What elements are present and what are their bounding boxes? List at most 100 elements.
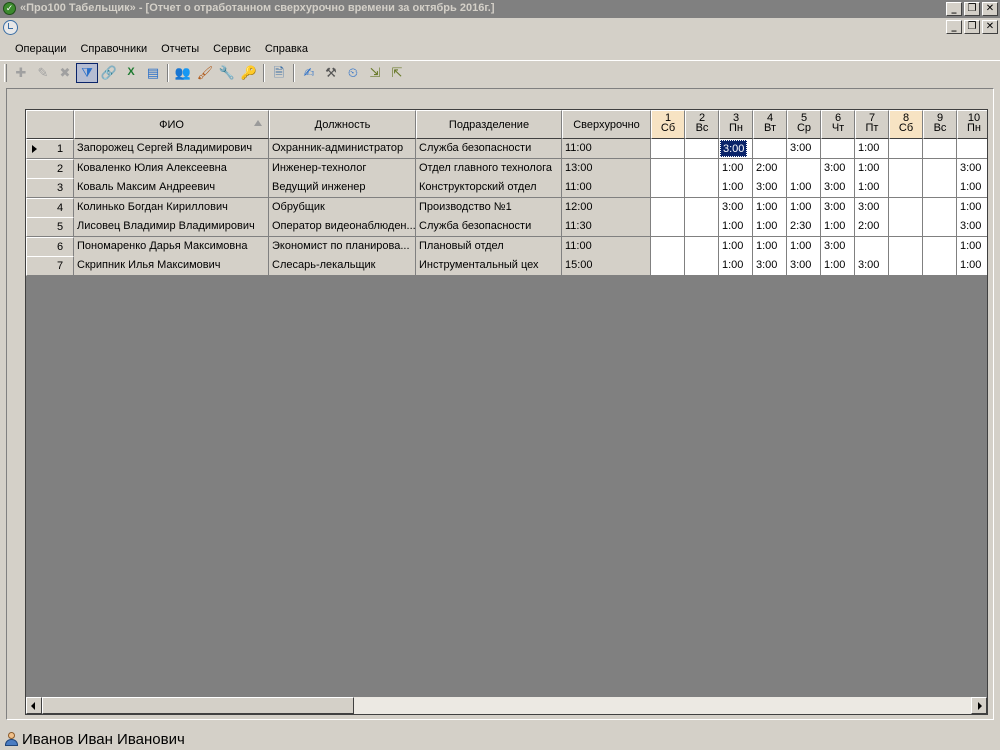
column-header-department[interactable]: Подразделение	[416, 110, 562, 139]
cell-department[interactable]: Производство №1	[416, 197, 562, 218]
day-cell[interactable]: 1:00	[753, 236, 787, 257]
cell-ind[interactable]: 5	[26, 217, 74, 237]
day-cell[interactable]	[651, 139, 685, 159]
day-cell[interactable]: 3:00	[719, 197, 753, 218]
report-icon[interactable]: ▤	[142, 63, 164, 83]
day-cell[interactable]	[651, 256, 685, 276]
day-cell[interactable]: 1:00	[957, 256, 987, 276]
cell-ind[interactable]: 7	[26, 256, 74, 276]
menu-service[interactable]: Сервис	[206, 40, 258, 58]
day-cell[interactable]	[889, 256, 923, 276]
doc-close-button[interactable]: ✕	[982, 20, 998, 34]
link-icon[interactable]: 🔗	[98, 63, 120, 83]
day-cell[interactable]: 3:00	[821, 197, 855, 218]
cell-overtime[interactable]: 11:00	[562, 139, 651, 159]
brush-icon[interactable]: 🖌	[194, 63, 216, 83]
cell-position[interactable]: Инженер-технолог	[269, 158, 416, 179]
cell-fio[interactable]: Скрипник Илья Максимович	[74, 256, 269, 276]
day-cell[interactable]: 2:00	[753, 158, 787, 179]
cell-overtime[interactable]: 15:00	[562, 256, 651, 276]
day-cell[interactable]	[889, 197, 923, 218]
day-cell[interactable]: 1:00	[855, 158, 889, 179]
day-cell[interactable]	[685, 197, 719, 218]
day-header-10[interactable]: 10 Пн	[957, 110, 987, 139]
day-cell[interactable]: 1:00	[753, 197, 787, 218]
cell-ind[interactable]: 4	[26, 197, 74, 218]
day-cell[interactable]: 3:00	[957, 158, 987, 179]
day-cell[interactable]: 1:00	[855, 139, 889, 159]
day-cell[interactable]: 1:00	[787, 197, 821, 218]
day-cell[interactable]	[651, 217, 685, 237]
day-cell[interactable]: 1:00	[719, 217, 753, 237]
cell-ind[interactable]: 3	[26, 178, 74, 198]
table-row[interactable]: 4 Колинько Богдан Кириллович Обрубщик Произ…	[26, 197, 987, 218]
cell-overtime[interactable]: 12:00	[562, 197, 651, 218]
column-header-overtime[interactable]: Сверхурочно	[562, 110, 651, 139]
day-cell[interactable]: 1:00	[719, 178, 753, 198]
cell-overtime[interactable]: 11:30	[562, 217, 651, 237]
cell-position[interactable]: Экономист по планирова...	[269, 236, 416, 257]
menu-references[interactable]: Справочники	[73, 40, 154, 58]
day-header-2[interactable]: 2 Вс	[685, 110, 719, 139]
clock-icon[interactable]: ⏲	[342, 63, 364, 83]
document-clock-icon[interactable]	[3, 20, 18, 35]
tools-icon[interactable]: 🔧	[216, 63, 238, 83]
filter-icon[interactable]: ⧩	[76, 62, 98, 83]
day-cell[interactable]: 1:00	[787, 178, 821, 198]
day-cell[interactable]	[923, 197, 957, 218]
column-header-ind[interactable]	[26, 110, 74, 139]
export-icon[interactable]: ⇱	[386, 63, 408, 83]
day-header-6[interactable]: 6 Чт	[821, 110, 855, 139]
day-cell[interactable]	[685, 139, 719, 159]
cell-fio[interactable]: Коваленко Юлия Алексеевна	[74, 158, 269, 179]
day-cell[interactable]: 1:00	[957, 178, 987, 198]
day-cell[interactable]: 3:00	[855, 256, 889, 276]
cell-overtime[interactable]: 13:00	[562, 158, 651, 179]
day-cell[interactable]	[753, 139, 787, 159]
cell-position[interactable]: Охранник-администратор	[269, 139, 416, 159]
import-icon[interactable]: ⇲	[364, 63, 386, 83]
day-cell[interactable]	[889, 178, 923, 198]
edit-icon[interactable]: ✎	[32, 63, 54, 83]
day-cell[interactable]: 3:00	[821, 158, 855, 179]
day-cell[interactable]: 1:00	[753, 217, 787, 237]
column-header-fio[interactable]: ФИО	[74, 110, 269, 139]
day-header-3[interactable]: 3 Пн	[719, 110, 753, 139]
day-cell[interactable]	[651, 236, 685, 257]
table-row[interactable]: 2 Коваленко Юлия Алексеевна Инженер-технол…	[26, 158, 987, 179]
day-header-5[interactable]: 5 Ср	[787, 110, 821, 139]
day-cell[interactable]: 1:00	[787, 236, 821, 257]
minimize-button[interactable]: _	[946, 2, 962, 16]
day-cell[interactable]: 1:00	[719, 236, 753, 257]
day-cell[interactable]: 1:00	[821, 217, 855, 237]
close-button[interactable]: ✕	[982, 2, 998, 16]
scroll-thumb[interactable]	[42, 697, 354, 714]
cell-department[interactable]: Отдел главного технолога	[416, 158, 562, 179]
cell-position[interactable]: Слесарь-лекальщик	[269, 256, 416, 276]
toolbar-grip[interactable]	[4, 63, 7, 82]
cell-overtime[interactable]: 11:00	[562, 236, 651, 257]
day-cell[interactable]: 1:00	[719, 256, 753, 276]
day-cell[interactable]: 3:00	[753, 178, 787, 198]
day-cell[interactable]: 1:00	[957, 197, 987, 218]
day-header-4[interactable]: 4 Вт	[753, 110, 787, 139]
column-header-position[interactable]: Должность	[269, 110, 416, 139]
cell-department[interactable]: Конструкторский отдел	[416, 178, 562, 198]
cell-fio[interactable]: Пономаренко Дарья Максимовна	[74, 236, 269, 257]
menu-reports[interactable]: Отчеты	[154, 40, 206, 58]
table-row[interactable]: 5 Лисовец Владимир Владимирович Оператор в…	[26, 217, 987, 237]
cell-position[interactable]: Оператор видеонаблюден...	[269, 217, 416, 237]
app-icon[interactable]: ✓	[3, 2, 16, 15]
add-icon[interactable]: ✚	[10, 63, 32, 83]
day-cell[interactable]	[923, 217, 957, 237]
day-cell[interactable]: 3:00	[787, 139, 821, 159]
day-cell[interactable]	[685, 178, 719, 198]
cell-ind[interactable]: 1	[26, 139, 74, 159]
day-cell[interactable]	[923, 256, 957, 276]
day-cell[interactable]	[651, 178, 685, 198]
restore-button[interactable]: ❐	[964, 2, 980, 16]
day-cell[interactable]	[651, 197, 685, 218]
day-cell[interactable]: 2:30	[787, 217, 821, 237]
doc-minimize-button[interactable]: _	[946, 20, 962, 34]
day-cell[interactable]: 3:00	[821, 236, 855, 257]
